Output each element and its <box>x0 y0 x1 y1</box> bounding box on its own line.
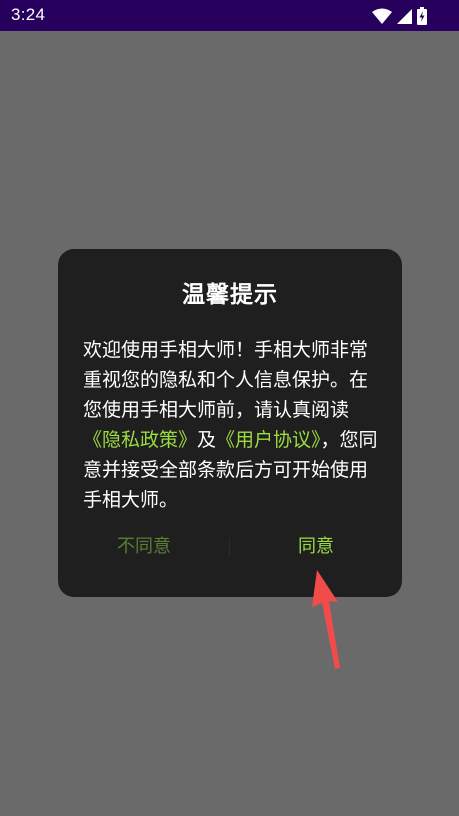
wifi-icon <box>372 8 392 24</box>
disagree-button[interactable]: 不同意 <box>58 527 230 567</box>
cellular-signal-icon <box>397 8 412 24</box>
red-arrow-annotation-icon <box>300 568 350 676</box>
message-text-intro: 欢迎使用手相大师！手相大师非常重视您的隐私和个人信息保护。在您使用手相大师前，请… <box>83 339 369 421</box>
privacy-policy-link[interactable]: 《隐私政策》 <box>83 429 197 451</box>
dialog-button-bar: 不同意 同意 <box>58 527 402 567</box>
dialog-message: 欢迎使用手相大师！手相大师非常重视您的隐私和个人信息保护。在您使用手相大师前，请… <box>83 335 379 515</box>
agree-button[interactable]: 同意 <box>230 527 402 567</box>
message-text-and: 及 <box>197 429 217 451</box>
status-time: 3:24 <box>11 5 46 24</box>
battery-charging-icon <box>417 7 427 25</box>
dialog-title: 温馨提示 <box>182 282 278 308</box>
user-agreement-link[interactable]: 《用户协议》 <box>216 429 321 451</box>
status-icons <box>372 7 427 25</box>
status-bar: 3:24 <box>0 0 459 31</box>
privacy-dialog: 温馨提示 欢迎使用手相大师！手相大师非常重视您的隐私和个人信息保护。在您使用手相… <box>58 249 402 597</box>
